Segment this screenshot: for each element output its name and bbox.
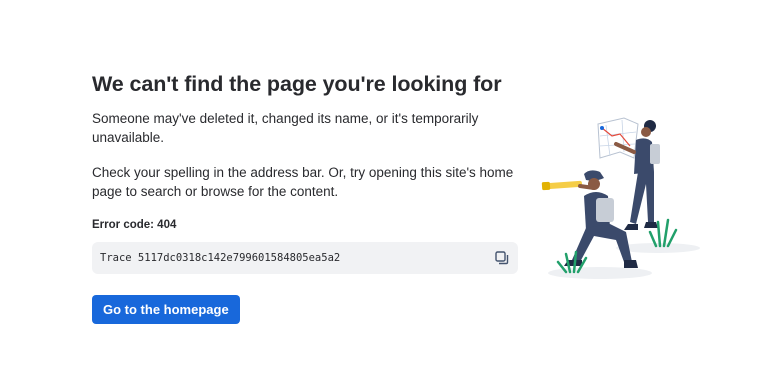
- error-suggestion: Check your spelling in the address bar. …: [92, 165, 514, 199]
- go-home-button[interactable]: Go to the homepage: [92, 295, 240, 324]
- error-code-label: Error code: 404: [92, 219, 177, 231]
- copy-icon: [495, 251, 509, 265]
- page-title: We can't find the page you're looking fo…: [92, 72, 502, 96]
- explorers-illustration: [541, 117, 700, 279]
- trace-box: Trace 5117dc0318c142e799601584805ea5a2: [92, 242, 518, 274]
- trace-id: Trace 5117dc0318c142e799601584805ea5a2: [100, 252, 341, 264]
- error-content: We can't find the page you're looking fo…: [92, 68, 522, 274]
- copy-button[interactable]: [492, 248, 512, 268]
- error-description: Someone may've deleted it, changed its n…: [92, 111, 479, 145]
